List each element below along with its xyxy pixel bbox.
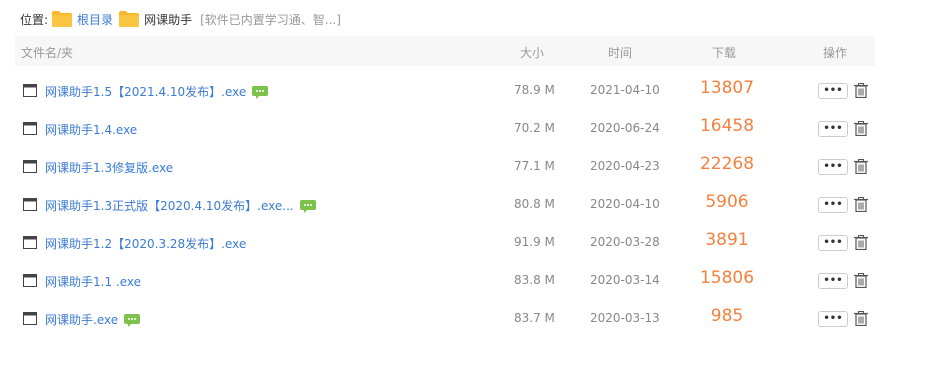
download-count: 13807	[699, 78, 755, 98]
file-date: 2020-03-28	[590, 235, 660, 249]
file-name-text: 网课助手1.2【2020.3.28发布】.exe	[45, 237, 247, 251]
folder-description: [软件已内置学习通、智...]	[200, 12, 341, 27]
table-row: 网课助手1.3正式版【2020.4.10发布】.exe... 80.8 M 2020…	[15, 186, 875, 224]
file-name-text: 网课助手1.5【2021.4.10发布】.exe	[45, 85, 247, 99]
column-header-time: 时间	[608, 46, 633, 60]
trash-icon[interactable]	[854, 197, 868, 213]
more-options-button[interactable]: •••	[818, 273, 848, 289]
file-size: 77.1 M	[514, 159, 555, 173]
more-options-button[interactable]: •••	[818, 121, 848, 137]
column-header-downloads: 下载	[712, 46, 737, 60]
file-date: 2020-03-13	[590, 311, 660, 325]
more-options-button[interactable]: •••	[818, 311, 848, 327]
comment-icon[interactable]	[252, 86, 269, 99]
column-header-name: 文件名/夹	[21, 46, 74, 60]
file-icon	[23, 312, 37, 325]
more-options-icon: •••	[823, 313, 843, 324]
comment-icon[interactable]	[124, 314, 141, 327]
column-header-size: 大小	[520, 46, 545, 60]
breadcrumb-root-link[interactable]: 根目录	[77, 11, 113, 28]
table-row: 网课助手1.2【2020.3.28发布】.exe 91.9 M 2020-03-28…	[15, 224, 875, 262]
file-icon	[23, 122, 37, 135]
more-options-icon: •••	[823, 161, 843, 172]
folder-icon	[52, 11, 73, 27]
more-options-icon: •••	[823, 275, 843, 286]
breadcrumb-current-folder: 网课助手	[144, 12, 193, 27]
table-row: 网课助手1.3修复版.exe 77.1 M 2020-04-23 22268 •••	[15, 148, 875, 186]
file-icon	[23, 198, 37, 211]
file-name-link[interactable]: 网课助手1.5【2021.4.10发布】.exe	[45, 83, 269, 100]
file-size: 83.8 M	[514, 273, 555, 287]
download-count: 3891	[705, 230, 749, 250]
download-count: 15806	[699, 268, 755, 288]
file-icon	[23, 236, 37, 249]
file-name-link[interactable]: 网课助手1.3修复版.exe	[45, 159, 173, 176]
table-row: 网课助手.exe 83.7 M 2020-03-13 985 •••	[15, 300, 875, 338]
file-date: 2020-04-23	[590, 159, 660, 173]
file-name-text: 网课助手.exe	[45, 313, 119, 327]
file-date: 2020-06-24	[590, 121, 660, 135]
comment-icon[interactable]	[299, 200, 316, 213]
download-count: 22268	[699, 154, 755, 174]
file-name-link[interactable]: 网课助手1.2【2020.3.28发布】.exe	[45, 235, 246, 252]
more-options-button[interactable]: •••	[818, 159, 848, 175]
file-size: 83.7 M	[514, 311, 555, 325]
column-header-actions: 操作	[823, 46, 848, 60]
file-name-text: 网课助手1.1 .exe	[45, 275, 142, 289]
breadcrumb: 位置: 根目录 网课助手 [软件已内置学习通、智...]	[20, 10, 341, 28]
more-options-icon: •••	[823, 199, 843, 210]
file-name-text: 网课助手1.3修复版.exe	[45, 161, 174, 175]
folder-icon	[119, 11, 140, 27]
file-name-link[interactable]: 网课助手1.1 .exe	[45, 273, 141, 290]
file-date: 2020-03-14	[590, 273, 660, 287]
more-options-icon: •••	[823, 85, 843, 96]
download-count: 5906	[705, 192, 749, 212]
download-count: 985	[710, 306, 744, 326]
table-row: 网课助手1.1 .exe 83.8 M 2020-03-14 15806 •••	[15, 262, 875, 300]
file-icon	[23, 274, 37, 287]
table-row: 网课助手1.5【2021.4.10发布】.exe 78.9 M 2021-04-10…	[15, 72, 875, 110]
download-count: 16458	[699, 116, 755, 136]
location-label: 位置:	[20, 12, 49, 27]
file-name-link[interactable]: 网课助手.exe	[45, 311, 141, 328]
more-options-button[interactable]: •••	[818, 235, 848, 251]
trash-icon[interactable]	[854, 273, 868, 289]
more-options-icon: •••	[823, 123, 843, 134]
table-header: 文件名/夹 大小 时间 下载 操作	[15, 36, 875, 66]
file-icon	[23, 84, 37, 97]
trash-icon[interactable]	[854, 121, 868, 137]
file-name-text: 网课助手1.3正式版【2020.4.10发布】.exe...	[45, 199, 294, 213]
file-icon	[23, 160, 37, 173]
trash-icon[interactable]	[854, 159, 868, 175]
table-row: 网课助手1.4.exe 70.2 M 2020-06-24 16458 •••	[15, 110, 875, 148]
file-date: 2020-04-10	[590, 197, 660, 211]
trash-icon[interactable]	[854, 83, 868, 99]
trash-icon[interactable]	[854, 235, 868, 251]
file-date: 2021-04-10	[590, 83, 660, 97]
file-name-link[interactable]: 网课助手1.4.exe	[45, 121, 137, 138]
trash-icon[interactable]	[854, 311, 868, 327]
more-options-icon: •••	[823, 237, 843, 248]
file-size: 78.9 M	[514, 83, 555, 97]
file-name-text: 网课助手1.4.exe	[45, 123, 138, 137]
file-size: 70.2 M	[514, 121, 555, 135]
file-size: 80.8 M	[514, 197, 555, 211]
file-size: 91.9 M	[514, 235, 555, 249]
more-options-button[interactable]: •••	[818, 197, 848, 213]
more-options-button[interactable]: •••	[818, 83, 848, 99]
file-name-link[interactable]: 网课助手1.3正式版【2020.4.10发布】.exe...	[45, 197, 316, 214]
